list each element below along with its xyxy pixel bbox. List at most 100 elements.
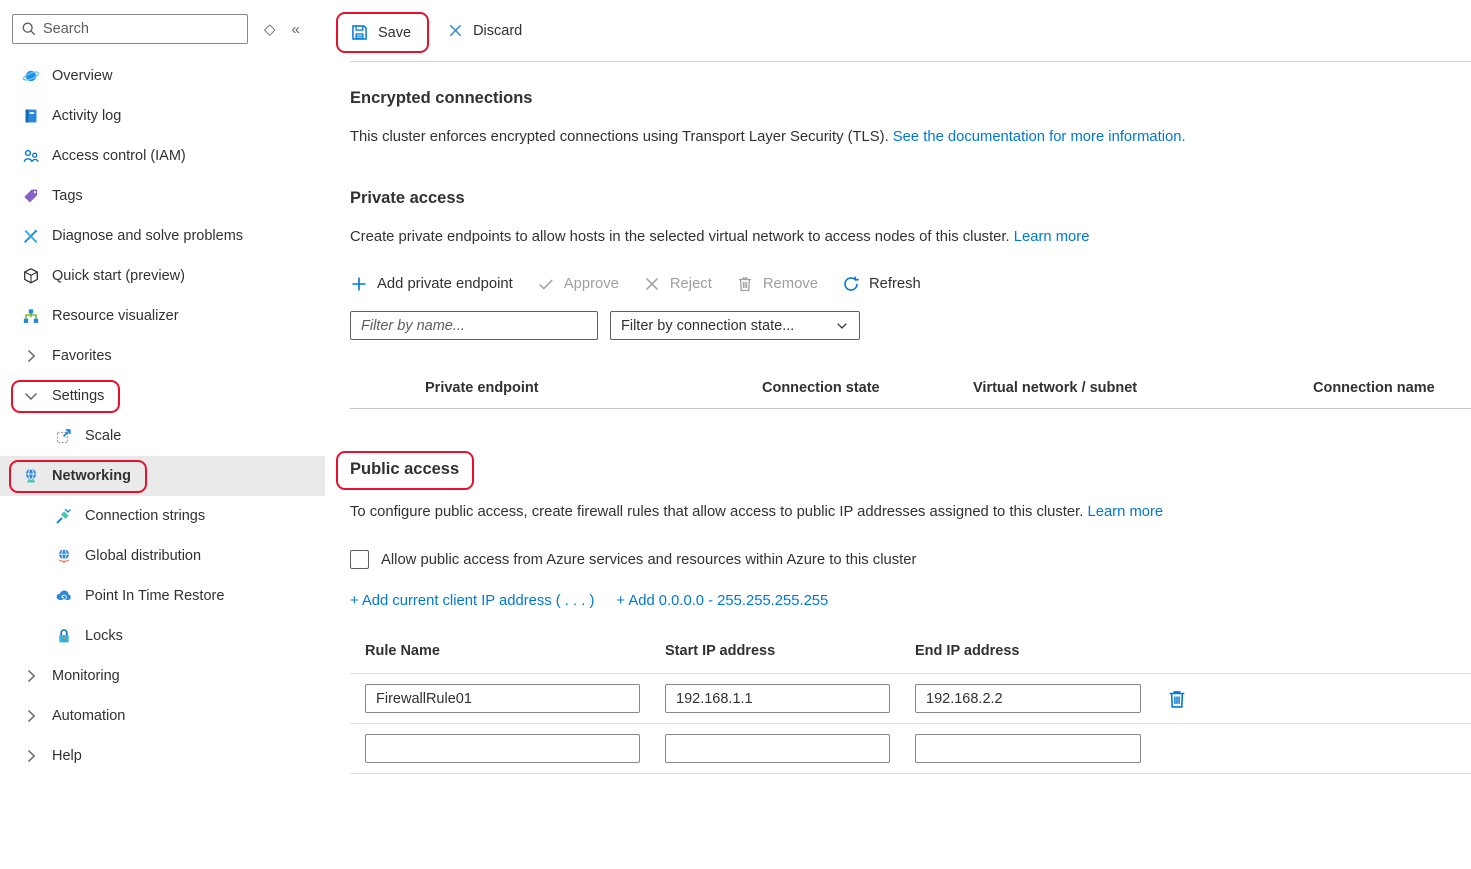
refresh-label: Refresh <box>869 276 921 292</box>
allow-azure-services-row: Allow public access from Azure services … <box>350 550 1471 569</box>
sidebar-item-access-control[interactable]: Access control (IAM) <box>0 136 325 176</box>
sidebar-item-automation[interactable]: Automation <box>0 696 325 736</box>
refresh-icon <box>842 275 860 293</box>
public-desc-text: To configure public access, create firew… <box>350 504 1087 520</box>
firewall-table-header: Rule Name Start IP address End IP addres… <box>365 643 1471 673</box>
sidebar-item-settings[interactable]: Settings <box>0 376 325 416</box>
allow-azure-services-checkbox[interactable] <box>350 550 369 569</box>
end-ip-input[interactable] <box>915 684 1141 713</box>
trash-icon <box>736 275 754 293</box>
diagnose-icon <box>22 227 40 245</box>
sidebar-item-label: Connection strings <box>85 508 205 524</box>
activity-log-icon <box>22 107 40 125</box>
reject-button[interactable]: Reject <box>643 275 712 293</box>
sidebar-item-connection-strings[interactable]: Connection strings <box>0 496 325 536</box>
point-in-time-restore-icon <box>55 587 73 605</box>
sidebar-item-networking[interactable]: Networking <box>0 456 325 496</box>
sidebar-search-row: ◇ « <box>0 12 325 46</box>
sidebar-item-favorites[interactable]: Favorites <box>0 336 325 376</box>
start-ip-input[interactable] <box>665 684 890 713</box>
filter-connection-state-dropdown[interactable]: Filter by connection state... <box>610 311 860 340</box>
private-access-desc: Create private endpoints to allow hosts … <box>350 229 1471 245</box>
rule-name-input[interactable] <box>365 684 640 713</box>
firewall-rules-table: Rule Name Start IP address End IP addres… <box>365 643 1471 774</box>
public-access-annotation-box: Public access <box>336 451 474 490</box>
page: ◇ « Overview Activity log Access control… <box>0 0 1471 869</box>
tag-icon <box>22 187 40 205</box>
chevron-right-icon <box>22 707 40 725</box>
encrypted-desc-text: This cluster enforces encrypted connecti… <box>350 129 893 145</box>
sidebar-item-diagnose[interactable]: Diagnose and solve problems <box>0 216 325 256</box>
end-ip-input[interactable] <box>915 734 1141 763</box>
remove-button[interactable]: Remove <box>736 275 818 293</box>
firewall-rule-row-empty <box>365 724 1471 773</box>
approve-label: Approve <box>564 276 619 292</box>
add-current-client-ip-link[interactable]: + Add current client IP address ( . . . … <box>350 593 594 609</box>
column-virtual-network-subnet: Virtual network / subnet <box>973 380 1313 396</box>
chevron-right-icon <box>22 747 40 765</box>
search-icon <box>21 21 37 37</box>
sidebar-item-label: Tags <box>52 188 83 204</box>
discard-icon <box>447 22 464 39</box>
approve-button[interactable]: Approve <box>537 275 619 293</box>
documentation-link[interactable]: See the documentation for more informati… <box>893 129 1186 145</box>
chevron-down-icon <box>22 387 40 405</box>
search-box[interactable] <box>12 14 248 44</box>
sidebar-item-locks[interactable]: Locks <box>0 616 325 656</box>
discard-button[interactable]: Discard <box>447 22 522 39</box>
networking-icon <box>22 467 40 485</box>
reject-label: Reject <box>670 276 712 292</box>
add-ip-links-row: + Add current client IP address ( . . . … <box>350 593 1471 609</box>
save-icon <box>350 23 369 42</box>
chevron-right-icon <box>22 347 40 365</box>
sidebar-item-global-distribution[interactable]: Global distribution <box>0 536 325 576</box>
search-input[interactable] <box>43 21 239 37</box>
sidebar-item-label: Help <box>52 748 82 764</box>
sidebar-item-tags[interactable]: Tags <box>0 176 325 216</box>
sidebar-item-resource-visualizer[interactable]: Resource visualizer <box>0 296 325 336</box>
refresh-button[interactable]: Refresh <box>842 275 921 293</box>
scale-icon <box>55 427 73 445</box>
chevron-right-icon <box>22 667 40 685</box>
rule-name-input[interactable] <box>365 734 640 763</box>
save-button[interactable]: Save <box>350 23 411 42</box>
sidebar-item-quick-start[interactable]: Quick start (preview) <box>0 256 325 296</box>
private-endpoint-command-bar: Add private endpoint Approve Reject Remo… <box>350 275 1471 293</box>
connection-strings-icon <box>55 507 73 525</box>
add-all-ips-link[interactable]: + Add 0.0.0.0 - 255.255.255.255 <box>616 593 828 609</box>
column-connection-state: Connection state <box>762 380 973 396</box>
sidebar-item-label: Favorites <box>52 348 112 364</box>
sidebar-item-label: Point In Time Restore <box>85 588 224 604</box>
private-learn-more-link[interactable]: Learn more <box>1014 229 1090 245</box>
collapse-sidebar-icon[interactable]: « <box>292 21 300 38</box>
encrypted-connections-title: Encrypted connections <box>350 89 1471 108</box>
add-private-endpoint-button[interactable]: Add private endpoint <box>350 275 513 293</box>
public-access-desc: To configure public access, create firew… <box>350 504 1471 520</box>
firewall-rule-row <box>365 674 1471 723</box>
filter-by-name-input[interactable] <box>350 311 598 340</box>
sidebar-item-monitoring[interactable]: Monitoring <box>0 656 325 696</box>
column-start-ip: Start IP address <box>665 643 890 659</box>
sidebar-item-label: Automation <box>52 708 125 724</box>
sidebar-item-label: Global distribution <box>85 548 201 564</box>
sidebar-item-label: Activity log <box>52 108 121 124</box>
delete-rule-button[interactable] <box>1166 688 1188 710</box>
cube-icon <box>22 267 40 285</box>
divider <box>350 773 1471 774</box>
public-access-heading-row: Public access <box>350 451 1471 490</box>
start-ip-input[interactable] <box>665 734 890 763</box>
remove-label: Remove <box>763 276 818 292</box>
sidebar-item-label: Access control (IAM) <box>52 148 186 164</box>
sidebar-item-activity-log[interactable]: Activity log <box>0 96 325 136</box>
public-learn-more-link[interactable]: Learn more <box>1087 504 1163 520</box>
sidebar-item-point-in-time-restore[interactable]: Point In Time Restore <box>0 576 325 616</box>
pin-icon[interactable]: ◇ <box>264 20 276 38</box>
plus-icon <box>350 275 368 293</box>
sidebar-item-overview[interactable]: Overview <box>0 56 325 96</box>
sidebar-item-label: Quick start (preview) <box>52 268 185 284</box>
private-desc-text: Create private endpoints to allow hosts … <box>350 229 1014 245</box>
sidebar-item-label: Locks <box>85 628 123 644</box>
sidebar: ◇ « Overview Activity log Access control… <box>0 0 325 869</box>
sidebar-item-help[interactable]: Help <box>0 736 325 776</box>
sidebar-item-scale[interactable]: Scale <box>0 416 325 456</box>
